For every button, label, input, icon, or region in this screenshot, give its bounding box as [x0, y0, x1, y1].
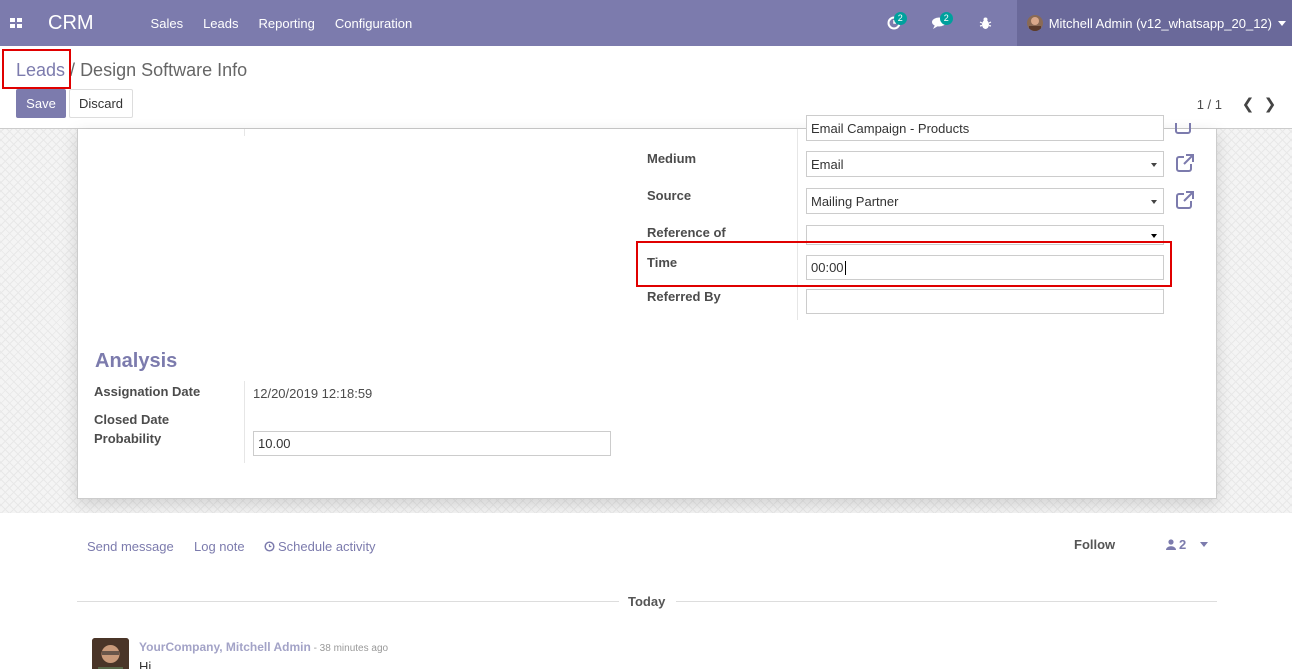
pager-next-icon[interactable]: ❯ [1262, 95, 1278, 113]
form-sheet: Email Campaign - Products Medium Email S… [77, 115, 1217, 499]
message-author-avatar[interactable] [92, 638, 129, 669]
chevron-down-icon [1278, 20, 1286, 26]
messages-button[interactable]: 2 [917, 0, 963, 46]
clock-icon [264, 541, 275, 552]
medium-label: Medium [647, 151, 697, 166]
pager-previous-icon[interactable]: ❮ [1240, 95, 1256, 113]
source-value: Mailing Partner [811, 193, 899, 209]
medium-value: Email [811, 156, 844, 172]
probability-label: Probability [94, 431, 162, 446]
referred-by-input[interactable] [806, 289, 1164, 314]
reference-label: Reference of [647, 225, 726, 240]
divider [676, 601, 1217, 602]
send-message-button[interactable]: Send message [87, 539, 174, 554]
save-button[interactable]: Save [16, 89, 66, 118]
breadcrumb-current: Design Software Info [80, 60, 248, 80]
user-avatar [1026, 15, 1043, 31]
activity-button[interactable]: 2 [871, 0, 917, 46]
debug-button[interactable] [963, 0, 1009, 46]
divider [77, 601, 619, 602]
column-separator [244, 381, 245, 463]
activity-badge: 2 [893, 12, 907, 25]
schedule-activity-label: Schedule activity [278, 539, 376, 554]
followers-count: 2 [1179, 537, 1187, 552]
discard-button[interactable]: Discard [69, 89, 133, 118]
message-author[interactable]: YourCompany, Mitchell Admin - 38 minutes… [139, 640, 388, 654]
date-separator: Today [628, 594, 666, 609]
external-link-icon[interactable] [1175, 153, 1195, 173]
chevron-down-icon [1151, 163, 1157, 167]
form-background: Email Campaign - Products Medium Email S… [0, 115, 1292, 513]
user-menu[interactable]: Mitchell Admin (v12_whatsapp_20_12) [1016, 0, 1292, 46]
menu-reporting[interactable]: Reporting [259, 16, 315, 31]
probability-value: 10.00 [258, 436, 291, 451]
menu-configuration[interactable]: Configuration [335, 16, 412, 31]
campaign-value: Email Campaign - Products [811, 120, 970, 136]
probability-input[interactable]: 10.00 [253, 431, 611, 456]
messages-badge: 2 [939, 12, 953, 25]
chevron-down-icon [1151, 200, 1157, 204]
pager: 1 / 1 ❮ ❯ [1197, 95, 1278, 113]
chatter: Send message Log note Schedule activity … [0, 513, 1292, 669]
assignation-date-value: 12/20/2019 12:18:59 [253, 386, 373, 401]
source-label: Source [647, 188, 692, 203]
apps-menu-icon[interactable] [0, 0, 32, 46]
user-name: Mitchell Admin (v12_whatsapp_20_12) [1048, 15, 1272, 31]
chevron-down-icon [1200, 542, 1209, 547]
log-note-button[interactable]: Log note [194, 539, 245, 554]
campaign-field[interactable]: Email Campaign - Products [806, 115, 1164, 141]
message-author-name: YourCompany, Mitchell Admin [139, 640, 311, 654]
pager-value[interactable]: 1 / 1 [1197, 97, 1222, 112]
schedule-activity-button[interactable]: Schedule activity [264, 539, 376, 554]
highlight-box-time [636, 241, 1172, 287]
closed-date-label: Closed Date [94, 412, 170, 427]
message-body: Hi [139, 659, 152, 669]
follow-button[interactable]: Follow [1074, 537, 1115, 552]
app-brand[interactable]: CRM [48, 12, 94, 35]
highlight-box-leads [2, 49, 71, 89]
external-link-icon[interactable] [1174, 123, 1194, 135]
menu-sales[interactable]: Sales [151, 16, 184, 31]
bug-icon [979, 17, 992, 29]
column-separator [244, 129, 245, 136]
chevron-down-icon [1151, 234, 1157, 238]
user-icon [1166, 539, 1176, 550]
referred-by-label: Referred By [647, 289, 721, 304]
menu-leads[interactable]: Leads [203, 16, 238, 31]
top-navbar: CRM Sales Leads Reporting Configuration … [0, 0, 1292, 46]
followers-button[interactable]: 2 [1166, 537, 1209, 552]
assignation-date-label: Assignation Date [94, 384, 201, 399]
analysis-section-title: Analysis [95, 350, 178, 372]
external-link-icon[interactable] [1175, 190, 1195, 210]
column-separator [797, 129, 798, 320]
source-select[interactable]: Mailing Partner [806, 188, 1164, 214]
message-timestamp: - 38 minutes ago [310, 643, 389, 654]
medium-select[interactable]: Email [806, 151, 1164, 177]
